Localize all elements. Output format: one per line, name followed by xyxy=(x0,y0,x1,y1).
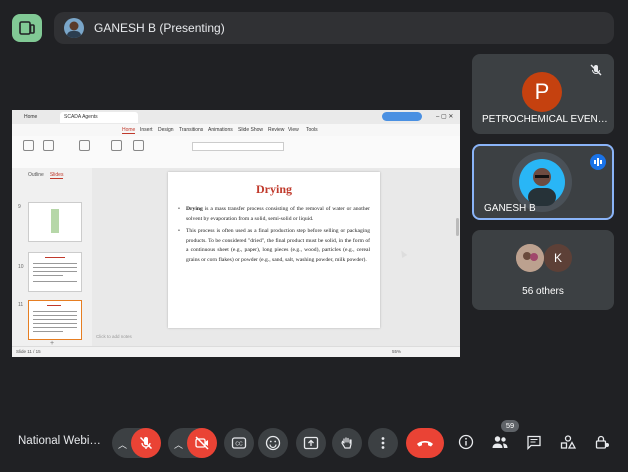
font-format-row[interactable] xyxy=(192,153,282,160)
layout-icon[interactable] xyxy=(12,14,42,42)
captions-icon: CC xyxy=(231,437,247,449)
emoji-icon xyxy=(265,435,281,451)
participant-tile-petrochemical[interactable]: P PETROCHEMICAL EVEN… xyxy=(472,54,614,134)
shape-tools[interactable] xyxy=(410,140,454,162)
chevron-up-icon[interactable]: ︿ xyxy=(174,438,183,451)
scrollbar[interactable] xyxy=(456,218,459,236)
reactions-button[interactable] xyxy=(258,428,288,458)
menu-transitions[interactable]: Transitions xyxy=(179,127,203,133)
menu-view[interactable]: View xyxy=(288,127,299,133)
hand-icon xyxy=(341,437,352,449)
zoom-level[interactable]: 55% xyxy=(392,349,401,354)
presented-screen: Home SCADA Agents – ▢ ✕ Home Insert Desi… xyxy=(12,110,460,357)
new-slide-icon[interactable] xyxy=(76,140,92,162)
captions-button[interactable]: CC xyxy=(224,428,254,458)
slide-bullet-1: Drying is a mass transfer process consis… xyxy=(178,205,370,224)
svg-text:CC: CC xyxy=(235,442,243,448)
menu-design[interactable]: Design xyxy=(158,127,174,133)
presenter-avatar xyxy=(64,18,84,38)
info-icon xyxy=(458,434,474,450)
chat-icon xyxy=(527,435,541,450)
slide-thumbnail-11[interactable] xyxy=(28,300,82,340)
camera-off-icon xyxy=(195,436,209,450)
bottom-bar: National Webi… ︿ ︿ CC xyxy=(0,410,628,472)
tab-outline[interactable]: Outline xyxy=(28,172,44,178)
menu-animations[interactable]: Animations xyxy=(208,127,233,133)
notes-pane[interactable]: Click to add notes xyxy=(92,330,460,346)
mic-off-icon xyxy=(588,62,604,78)
activities-icon xyxy=(560,435,576,449)
slide-thumbnail-10[interactable] xyxy=(28,252,82,292)
slide-title: Drying xyxy=(256,182,292,196)
raise-hand-button[interactable] xyxy=(332,428,362,458)
sign-in-button[interactable] xyxy=(382,112,422,121)
tab-slides[interactable]: Slides xyxy=(49,172,64,179)
paste-icon[interactable] xyxy=(20,140,36,162)
meeting-name: National Webi… xyxy=(18,435,101,447)
thumb-number: 9 xyxy=(18,204,21,210)
thumb-number: 11 xyxy=(18,302,24,308)
slide-counter: Slide 11 / 15 xyxy=(16,349,41,354)
font-name-select[interactable] xyxy=(192,142,284,151)
presenter-label: GANESH B (Presenting) xyxy=(94,21,225,35)
thumb-tabs: Outline Slides xyxy=(28,172,64,179)
window-controls[interactable]: – ▢ ✕ xyxy=(436,113,453,120)
others-count-label: 56 others xyxy=(522,286,564,297)
avatar xyxy=(516,244,544,272)
menu-bar: Home Insert Design Transitions Animation… xyxy=(12,124,460,136)
more-vert-icon xyxy=(381,437,385,449)
paragraph-tools[interactable] xyxy=(298,142,388,160)
present-screen-icon xyxy=(303,436,319,450)
others-tile[interactable]: K 56 others xyxy=(472,230,614,310)
people-button[interactable] xyxy=(488,430,512,454)
activities-button[interactable] xyxy=(556,430,580,454)
mic-toggle-button[interactable] xyxy=(131,428,161,458)
more-options-button[interactable] xyxy=(368,428,398,458)
reset-icon[interactable] xyxy=(130,140,146,162)
speaking-indicator-icon xyxy=(590,154,606,170)
status-bar: Slide 11 / 15 55% xyxy=(12,346,460,357)
mic-off-icon xyxy=(139,436,153,450)
slide-bullet-2: This process is often used as a final pr… xyxy=(178,227,370,265)
slide-thumbnails-panel: Outline Slides 9 10 11 + xyxy=(12,168,93,347)
slide-body: Drying is a mass transfer process consis… xyxy=(178,205,370,269)
format-painter-icon[interactable] xyxy=(40,140,56,162)
top-bar: GANESH B (Presenting) xyxy=(0,0,628,56)
menu-slideshow[interactable]: Slide Show xyxy=(238,127,263,133)
chat-button[interactable] xyxy=(522,430,546,454)
menu-home[interactable]: Home xyxy=(122,127,136,134)
chevron-up-icon[interactable]: ︿ xyxy=(118,438,127,451)
menu-tools[interactable]: Tools xyxy=(306,127,318,133)
slide-thumbnail-9[interactable] xyxy=(28,202,82,242)
current-slide[interactable]: Drying Drying is a mass transfer process… xyxy=(168,172,380,328)
presenter-chip[interactable]: GANESH B (Presenting) xyxy=(54,12,614,44)
avatar: P xyxy=(522,72,562,112)
app-tab-strip: Home SCADA Agents – ▢ ✕ xyxy=(12,110,460,125)
ribbon-toolbar xyxy=(12,136,460,169)
lock-person-icon xyxy=(595,435,609,449)
leave-call-button[interactable] xyxy=(406,428,444,458)
camera-toggle-button[interactable] xyxy=(187,428,217,458)
host-controls-button[interactable] xyxy=(590,430,614,454)
layout-slide-icon[interactable] xyxy=(108,140,124,162)
menu-review[interactable]: Review xyxy=(268,127,284,133)
phone-hangup-icon xyxy=(417,441,433,447)
participant-tile-ganesh[interactable]: GANESH B xyxy=(472,144,614,220)
slide-canvas: Drying Drying is a mass transfer process… xyxy=(92,168,460,346)
app-tab-document[interactable]: SCADA Agents xyxy=(60,112,138,123)
present-button[interactable] xyxy=(296,428,326,458)
menu-insert[interactable]: Insert xyxy=(140,127,153,133)
app-tab-home[interactable]: Home xyxy=(20,112,41,123)
meeting-details-button[interactable] xyxy=(454,430,478,454)
thumb-figure xyxy=(51,209,59,233)
participant-name: GANESH B xyxy=(484,203,536,214)
participant-name: PETROCHEMICAL EVEN… xyxy=(482,114,608,125)
people-count-badge: 59 xyxy=(501,420,519,432)
people-icon xyxy=(492,436,508,448)
avatar: K xyxy=(544,244,572,272)
thumb-number: 10 xyxy=(18,264,24,270)
